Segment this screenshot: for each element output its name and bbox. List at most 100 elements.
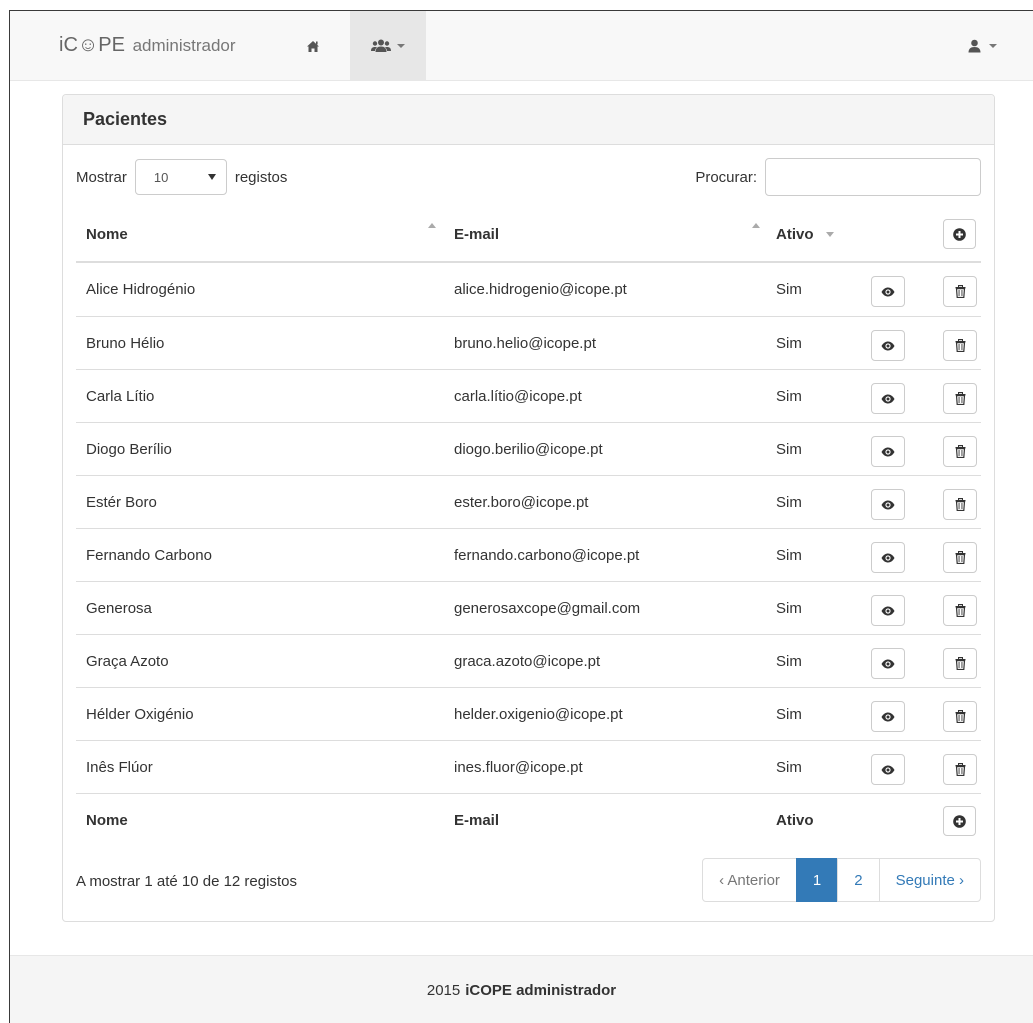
patient-email: ester.boro@icope.pt	[454, 493, 589, 511]
add-patient-button[interactable]	[943, 219, 976, 249]
patient-email: helder.oxigenio@icope.pt	[454, 705, 623, 723]
patient-email: graca.azoto@icope.pt	[454, 652, 601, 670]
search-input[interactable]	[765, 158, 981, 196]
delete-patient-button[interactable]	[943, 489, 977, 520]
column-footer-active: Ativo	[776, 811, 814, 829]
patient-email: bruno.helio@icope.pt	[454, 334, 596, 352]
delete-patient-button[interactable]	[943, 276, 977, 307]
length-prefix-label: Mostrar	[76, 168, 127, 186]
patient-name: Fernando Carbono	[86, 546, 212, 564]
table-info: A mostrar 1 até 10 de 12 registos	[76, 873, 297, 890]
patient-name: Generosa	[86, 599, 152, 617]
brand-suffix: administrador	[132, 36, 236, 55]
view-patient-button[interactable]	[871, 489, 905, 520]
patient-name: Hélder Oxigénio	[86, 705, 194, 723]
patient-email: fernando.carbono@icope.pt	[454, 546, 640, 564]
users-icon	[371, 39, 391, 52]
eye-icon	[881, 659, 895, 668]
patient-name: Inês Flúor	[86, 758, 153, 776]
pagination-previous[interactable]: ‹ Anterior	[702, 858, 797, 902]
view-patient-button[interactable]	[871, 542, 905, 573]
home-icon	[307, 40, 319, 52]
user-icon	[968, 39, 981, 53]
delete-patient-button[interactable]	[943, 701, 977, 732]
trash-icon	[955, 551, 965, 564]
view-patient-button[interactable]	[871, 330, 905, 361]
eye-icon	[881, 606, 895, 615]
pagination-page-1[interactable]: 1	[795, 858, 839, 902]
search-control: Procurar:	[695, 157, 981, 197]
plus-circle-icon	[953, 227, 966, 241]
patient-active: Sim	[776, 493, 802, 511]
nav-user-dropdown[interactable]	[968, 33, 997, 59]
column-header-email[interactable]: E-mail	[454, 207, 499, 261]
delete-patient-button[interactable]	[943, 330, 977, 361]
view-patient-button[interactable]	[871, 276, 905, 307]
table-row: Bruno Hélio bruno.helio@icope.pt Sim	[76, 316, 981, 369]
patient-active: Sim	[776, 440, 802, 458]
pagination: ‹ Anterior 1 2 Seguinte ›	[702, 858, 981, 902]
add-patient-button[interactable]	[943, 806, 976, 836]
column-footer-name: Nome	[86, 811, 128, 829]
sort-icon	[428, 223, 436, 228]
nav-users-dropdown[interactable]	[350, 11, 426, 81]
brand-name: iC☺PE	[59, 34, 125, 56]
nav-home[interactable]	[300, 33, 326, 59]
view-patient-button[interactable]	[871, 595, 905, 626]
brand-link[interactable]: iC☺PE administrador	[59, 34, 236, 57]
trash-icon	[955, 339, 965, 352]
trash-icon	[955, 604, 965, 617]
table-row: Diogo Berílio diogo.berilio@icope.pt Sim	[76, 422, 981, 475]
table-row: Inês Flúor ines.fluor@icope.pt Sim	[76, 740, 981, 793]
patient-email: generosaxcope@gmail.com	[454, 599, 641, 617]
delete-patient-button[interactable]	[943, 542, 977, 573]
delete-patient-button[interactable]	[943, 595, 977, 626]
pagination-page-2[interactable]: 2	[837, 858, 880, 902]
app-frame: iC☺PE administrador Pacientes Mostrar 10…	[9, 10, 1033, 1023]
eye-icon	[881, 447, 895, 456]
patients-table: Nome E-mail Ativo Alice Hidrogénio alice…	[76, 207, 981, 846]
sort-icon	[752, 223, 760, 228]
patient-active: Sim	[776, 546, 802, 564]
select-arrow-icon	[207, 174, 216, 180]
footer-brand: iCOPE administrador	[465, 981, 617, 999]
delete-patient-button[interactable]	[943, 754, 977, 785]
view-patient-button[interactable]	[871, 648, 905, 679]
patient-active: Sim	[776, 599, 802, 617]
delete-patient-button[interactable]	[943, 383, 977, 414]
trash-icon	[955, 392, 965, 405]
table-row: Estér Boro ester.boro@icope.pt Sim	[76, 475, 981, 528]
patient-email: carla.lítio@icope.pt	[454, 387, 582, 405]
column-header-name[interactable]: Nome	[86, 207, 128, 261]
trash-icon	[955, 657, 965, 670]
patient-name: Alice Hidrogénio	[86, 281, 196, 298]
table-header-row: Nome E-mail Ativo	[76, 207, 981, 263]
eye-icon	[881, 287, 895, 296]
page-length-select[interactable]: 10	[134, 159, 227, 195]
view-patient-button[interactable]	[871, 436, 905, 467]
view-patient-button[interactable]	[871, 754, 905, 785]
pagination-next[interactable]: Seguinte ›	[878, 858, 981, 902]
patient-active: Sim	[776, 387, 802, 405]
column-footer-email: E-mail	[454, 811, 500, 829]
patient-name: Diogo Berílio	[86, 440, 172, 458]
table-controls: Mostrar 10 registos Procurar:	[76, 157, 981, 197]
eye-icon	[881, 765, 895, 774]
page-length-control: Mostrar 10 registos	[76, 157, 287, 197]
view-patient-button[interactable]	[871, 701, 905, 732]
table-row: Fernando Carbono fernando.carbono@icope.p…	[76, 528, 981, 581]
patient-active: Sim	[776, 281, 802, 298]
chevron-down-icon	[397, 44, 405, 48]
patient-active: Sim	[776, 334, 802, 352]
trash-icon	[955, 763, 965, 776]
delete-patient-button[interactable]	[943, 648, 977, 679]
view-patient-button[interactable]	[871, 383, 905, 414]
delete-patient-button[interactable]	[943, 436, 977, 467]
eye-icon	[881, 712, 895, 721]
patient-name: Bruno Hélio	[86, 334, 165, 352]
table-footer-row: Nome E-mail Ativo	[76, 793, 981, 846]
trash-icon	[955, 710, 965, 723]
page-length-value: 10	[153, 169, 169, 185]
eye-icon	[881, 500, 895, 509]
column-header-active[interactable]: Ativo	[776, 207, 834, 261]
